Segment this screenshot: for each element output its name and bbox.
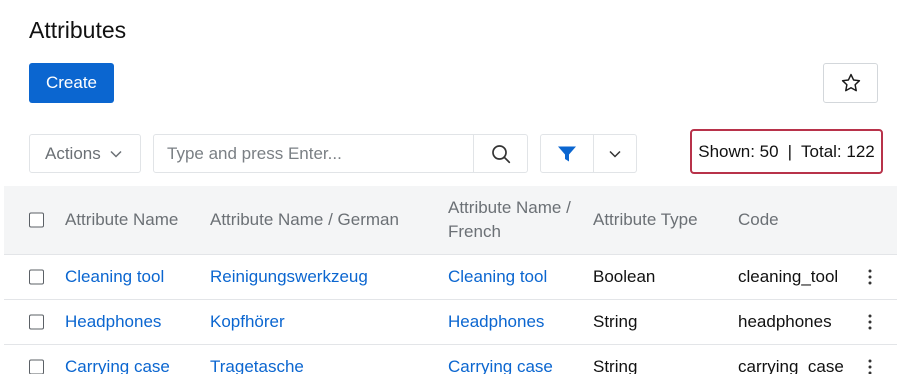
actions-dropdown[interactable]: Actions <box>29 134 141 173</box>
attribute-name-link[interactable]: Headphones <box>65 300 161 344</box>
count-separator: | <box>787 141 793 161</box>
shown-count: Shown: 50 <box>698 141 779 161</box>
select-all-checkbox[interactable] <box>29 212 44 228</box>
column-header-code[interactable]: Code <box>738 186 779 254</box>
attribute-name-french-link[interactable]: Headphones <box>448 300 544 344</box>
total-count: Total: 122 <box>801 141 875 161</box>
row-checkbox[interactable] <box>29 359 44 374</box>
column-header-french[interactable]: Attribute Name / French <box>448 186 578 254</box>
attribute-name-german-link[interactable]: Kopfhörer <box>210 300 285 344</box>
attribute-name-french-link[interactable]: Cleaning tool <box>448 255 547 299</box>
attribute-name-german-link[interactable]: Tragetasche <box>210 345 304 374</box>
star-icon <box>841 73 860 92</box>
filter-control <box>540 134 637 173</box>
attribute-name-link[interactable]: Cleaning tool <box>65 255 164 299</box>
search-button[interactable] <box>473 135 527 172</box>
attribute-code: headphones <box>738 312 832 331</box>
column-header-name[interactable]: Attribute Name <box>65 186 178 254</box>
table-row: Carrying case Tragetasche Carrying case … <box>4 345 897 374</box>
column-header-type[interactable]: Attribute Type <box>593 186 698 254</box>
chevron-down-icon <box>109 149 123 159</box>
attribute-type: String <box>593 357 638 374</box>
filter-menu-button[interactable] <box>594 135 636 172</box>
attributes-table: Attribute Name Attribute Name / German A… <box>4 186 897 374</box>
page-title: Attributes <box>29 17 127 43</box>
search-input[interactable] <box>154 135 473 172</box>
kebab-menu-icon <box>868 359 872 374</box>
column-header-german[interactable]: Attribute Name / German <box>210 186 399 254</box>
row-menu-button[interactable] <box>863 300 877 344</box>
attribute-type: String <box>593 312 638 331</box>
attribute-name-german-link[interactable]: Reinigungswerkzeug <box>210 255 368 299</box>
row-menu-button[interactable] <box>863 255 877 299</box>
attribute-type: Boolean <box>593 267 656 286</box>
table-row: Cleaning tool Reinigungswerkzeug Cleanin… <box>4 255 897 300</box>
row-menu-button[interactable] <box>863 345 877 374</box>
table-header: Attribute Name Attribute Name / German A… <box>4 186 897 255</box>
record-count: Shown: 50 | Total: 122 <box>690 129 883 174</box>
search-icon <box>491 144 510 163</box>
create-button[interactable]: Create <box>29 63 114 103</box>
kebab-menu-icon <box>868 314 872 330</box>
attribute-name-french-link[interactable]: Carrying case <box>448 345 553 374</box>
chevron-down-icon <box>609 150 621 158</box>
row-checkbox[interactable] <box>29 269 44 285</box>
table-row: Headphones Kopfhörer Headphones String h… <box>4 300 897 345</box>
actions-label: Actions <box>45 143 101 163</box>
filter-button[interactable] <box>541 135 594 172</box>
search-box <box>153 134 528 173</box>
attribute-code: carrying_case <box>738 357 844 374</box>
filter-icon <box>558 146 576 161</box>
attribute-code: cleaning_tool <box>738 267 839 286</box>
row-checkbox[interactable] <box>29 314 44 330</box>
attribute-name-link[interactable]: Carrying case <box>65 345 170 374</box>
kebab-menu-icon <box>868 269 872 285</box>
favorite-button[interactable] <box>823 63 878 103</box>
